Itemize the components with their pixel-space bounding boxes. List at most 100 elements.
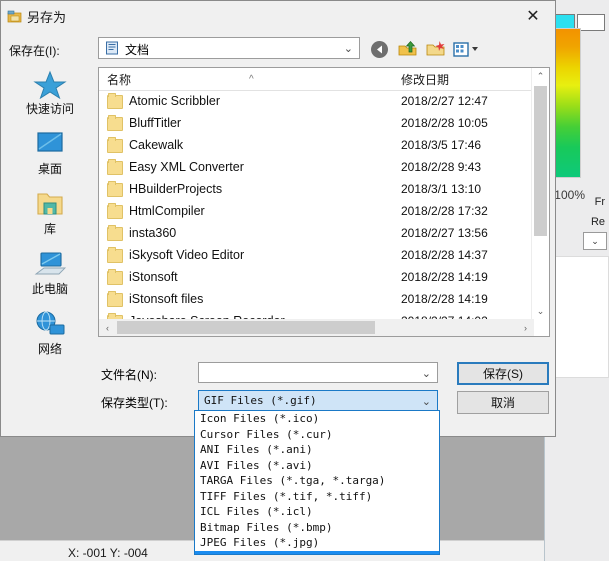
file-type-option[interactable]: GIF Files (*.gif) — [195, 550, 439, 554]
close-icon[interactable]: ✕ — [511, 1, 555, 30]
file-name-cell: iSkysoft Video Editor — [129, 248, 245, 262]
cancel-button[interactable]: 取消 — [457, 391, 549, 414]
dialog-title-bar[interactable]: 另存为 ✕ — [1, 1, 555, 31]
vertical-scroll-thumb[interactable] — [534, 86, 547, 236]
file-type-option[interactable]: TIFF Files (*.tif, *.tiff) — [195, 489, 439, 505]
swatch-white[interactable] — [577, 14, 605, 31]
chevron-down-icon[interactable]: ⌄ — [344, 44, 353, 55]
file-type-dropdown-list[interactable]: Icon Files (*.ico) Cursor Files (*.cur) AN… — [194, 410, 440, 555]
sort-indicator-icon: ^ — [249, 74, 254, 85]
folder-icon — [107, 159, 123, 175]
save-as-dialog: 另存为 ✕ 保存在(I): 文档 ⌄ 快速访问 桌面 库 此电脑 网络 名称 ^… — [0, 0, 556, 437]
file-type-option[interactable]: Cursor Files (*.cur) — [195, 427, 439, 443]
save-in-value: 文档 — [125, 43, 150, 57]
sidebar-item-quick-access[interactable]: 快速访问 — [5, 69, 95, 127]
zoom-level-label: 100% — [554, 188, 585, 202]
file-name-cell: Atomic Scribbler — [129, 94, 220, 108]
file-date-cell: 2018/2/28 9:43 — [401, 160, 482, 174]
file-list-row[interactable]: Cakewalk 2018/3/5 17:46 — [99, 135, 549, 157]
file-type-option[interactable]: AVI Files (*.avi) — [195, 458, 439, 474]
file-type-option[interactable]: ANI Files (*.ani) — [195, 442, 439, 458]
file-list-row[interactable]: iStonsoft files 2018/2/28 14:19 — [99, 289, 549, 311]
file-list-header: 名称 ^ 修改日期 — [99, 68, 549, 91]
folder-icon — [107, 93, 123, 109]
sidebar-label-network: 网络 — [37, 342, 62, 356]
back-button[interactable] — [369, 39, 390, 60]
file-name-cell: iStonsoft — [129, 270, 178, 284]
file-name-cell: HtmlCompiler — [129, 204, 205, 218]
up-one-level-button[interactable] — [397, 39, 418, 60]
save-as-icon — [7, 10, 22, 23]
folder-icon — [107, 203, 123, 219]
save-button[interactable]: 保存(S) — [457, 362, 549, 385]
column-header-name[interactable]: 名称 — [107, 71, 131, 88]
front-color-label: Fr — [594, 196, 605, 208]
rear-color-label: Re — [590, 216, 605, 228]
documents-folder-icon — [106, 41, 118, 55]
sidebar-label-this-pc: 此电脑 — [31, 282, 68, 296]
file-date-cell: 2018/3/2 11:08 — [401, 336, 480, 337]
vertical-scrollbar[interactable]: ⌃ ⌄ — [531, 68, 549, 320]
file-date-cell: 2018/3/5 17:46 — [401, 138, 482, 152]
file-date-cell: 2018/2/28 10:05 — [401, 116, 488, 130]
file-name-cell: HBuilderProjects — [129, 182, 223, 196]
file-list-row[interactable]: HBuilderProjects 2018/3/1 13:10 — [99, 179, 549, 201]
cursor-coordinates: X: -001 Y: -004 — [68, 546, 148, 560]
folder-icon — [107, 115, 123, 131]
computer-icon — [32, 249, 68, 279]
file-type-dropdown[interactable]: GIF Files (*.gif) ⌄ — [198, 390, 438, 411]
folder-icon — [107, 137, 123, 153]
file-name-cell: insta360 — [129, 226, 177, 240]
folder-icon — [107, 291, 123, 307]
star-icon — [32, 69, 68, 100]
file-list-row[interactable]: BluffTitler 2018/2/28 10:05 — [99, 113, 549, 135]
file-list-row[interactable]: Easy XML Converter 2018/2/28 9:43 — [99, 157, 549, 179]
file-name-chevron-down-icon[interactable]: ⌄ — [422, 369, 431, 380]
file-type-option[interactable]: Bitmap Files (*.bmp) — [195, 520, 439, 536]
network-globe-icon — [32, 309, 68, 339]
new-folder-button[interactable] — [425, 39, 446, 60]
file-date-cell: 2018/2/27 13:56 — [401, 226, 488, 240]
column-header-date[interactable]: 修改日期 — [401, 71, 449, 88]
folder-icon — [107, 225, 123, 241]
file-type-chevron-down-icon[interactable]: ⌄ — [422, 397, 431, 408]
horizontal-scroll-thumb[interactable] — [117, 321, 375, 334]
scroll-up-icon[interactable]: ⌃ — [532, 68, 549, 85]
scroll-left-icon[interactable]: ‹ — [99, 319, 116, 336]
file-type-option[interactable]: TARGA Files (*.tga, *.targa) — [195, 473, 439, 489]
file-name-cell: iStonsoft files — [129, 292, 204, 306]
color-mode-dropdown[interactable]: ⌄ — [583, 232, 607, 250]
sidebar-label-quick-access: 快速访问 — [25, 102, 74, 116]
file-list-row[interactable]: iSkysoft Video Editor 2018/2/28 14:37 — [99, 245, 549, 267]
file-list-row[interactable]: iStonsoft 2018/2/28 14:19 — [99, 267, 549, 289]
scroll-right-icon[interactable]: › — [517, 319, 534, 336]
folder-icon — [107, 181, 123, 197]
file-type-option[interactable]: ICL Files (*.icl) — [195, 504, 439, 520]
file-name-cell: Cakewalk — [129, 138, 184, 152]
sidebar-item-this-pc[interactable]: 此电脑 — [5, 249, 95, 307]
file-list-row[interactable]: insta360 2018/2/27 13:56 — [99, 223, 549, 245]
file-type-option[interactable]: Icon Files (*.ico) — [195, 411, 439, 427]
scroll-down-icon[interactable]: ⌄ — [532, 303, 549, 320]
file-type-value: GIF Files (*.gif) — [204, 394, 317, 407]
file-date-cell: 2018/3/1 13:10 — [401, 182, 482, 196]
file-type-label: 保存类型(T): — [101, 396, 168, 410]
sidebar-item-libraries[interactable]: 库 — [5, 189, 95, 247]
folder-icon — [107, 269, 123, 285]
file-date-cell: 2018/2/27 12:47 — [401, 94, 488, 108]
file-date-cell: 2018/2/28 14:19 — [401, 292, 488, 306]
color-preview-box — [547, 256, 609, 378]
horizontal-scrollbar[interactable]: ‹ › — [99, 319, 534, 336]
sidebar-item-desktop[interactable]: 桌面 — [5, 129, 95, 187]
save-in-dropdown[interactable]: 文档 ⌄ — [98, 37, 360, 59]
file-name-field[interactable]: ⌄ — [198, 362, 438, 383]
sidebar-item-network[interactable]: 网络 — [5, 309, 95, 367]
views-button[interactable] — [453, 39, 483, 60]
file-list-row[interactable]: Atomic Scribbler 2018/2/27 12:47 — [99, 91, 549, 113]
file-name-label: 文件名(N): — [101, 368, 157, 382]
file-name-input[interactable] — [202, 365, 424, 382]
file-list-row[interactable]: HtmlCompiler 2018/2/28 17:32 — [99, 201, 549, 223]
sidebar-label-desktop: 桌面 — [37, 162, 62, 176]
file-list[interactable]: 名称 ^ 修改日期 Atomic Scribbler 2018/2/27 12:4… — [98, 67, 550, 337]
file-type-option[interactable]: JPEG Files (*.jpg) — [195, 535, 439, 551]
